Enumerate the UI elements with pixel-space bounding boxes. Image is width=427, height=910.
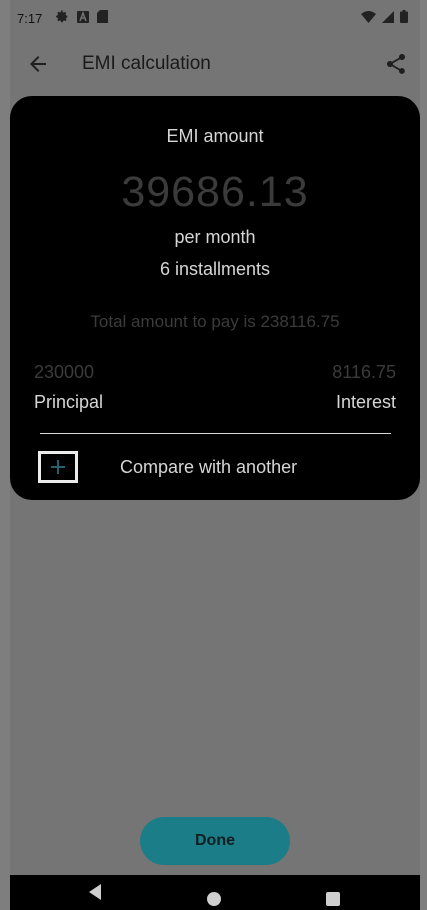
app-toolbar: EMI calculation (10, 36, 420, 92)
page-title: EMI calculation (82, 53, 211, 74)
app-screen: 7:17 EMI calculation EMI amount 39686.13… (10, 0, 420, 910)
done-button[interactable]: Done (140, 817, 290, 865)
status-icons-right (361, 10, 408, 23)
total-amount-text: Total amount to pay is 238116.75 (90, 312, 340, 331)
nav-recents-icon[interactable] (326, 892, 340, 906)
emi-result-card: EMI amount 39686.13 per month 6 installm… (10, 96, 420, 500)
add-box-icon (38, 451, 78, 483)
navigation-bar (10, 875, 420, 910)
interest-label: Interest (335, 392, 396, 412)
compare-label: Compare with another (120, 457, 298, 477)
signal-icon (382, 10, 394, 23)
sd-card-icon (97, 10, 108, 23)
principal-value: 230000 (34, 362, 95, 382)
a-badge-icon (77, 10, 89, 23)
share-icon[interactable] (384, 52, 408, 76)
installments-label: 6 installments (159, 259, 271, 279)
arrow-back-icon[interactable] (26, 52, 50, 76)
wifi-icon (361, 10, 376, 23)
principal-label: Principal (34, 392, 104, 412)
emi-amount-label: EMI amount (166, 126, 264, 146)
status-time: 7:17 (17, 11, 43, 26)
status-bar: 7:17 (10, 0, 420, 36)
nav-back-icon[interactable] (87, 883, 103, 901)
compare-with-another-button[interactable]: Compare with another (38, 450, 398, 484)
interest-value: 8116.75 (332, 362, 396, 382)
gear-icon (56, 10, 68, 23)
battery-icon (400, 10, 408, 23)
status-icons-left (56, 10, 108, 23)
divider (40, 433, 391, 434)
emi-amount-value: 39686.13 (121, 168, 309, 216)
nav-home-icon[interactable] (207, 892, 221, 906)
per-month-label: per month (174, 227, 256, 247)
